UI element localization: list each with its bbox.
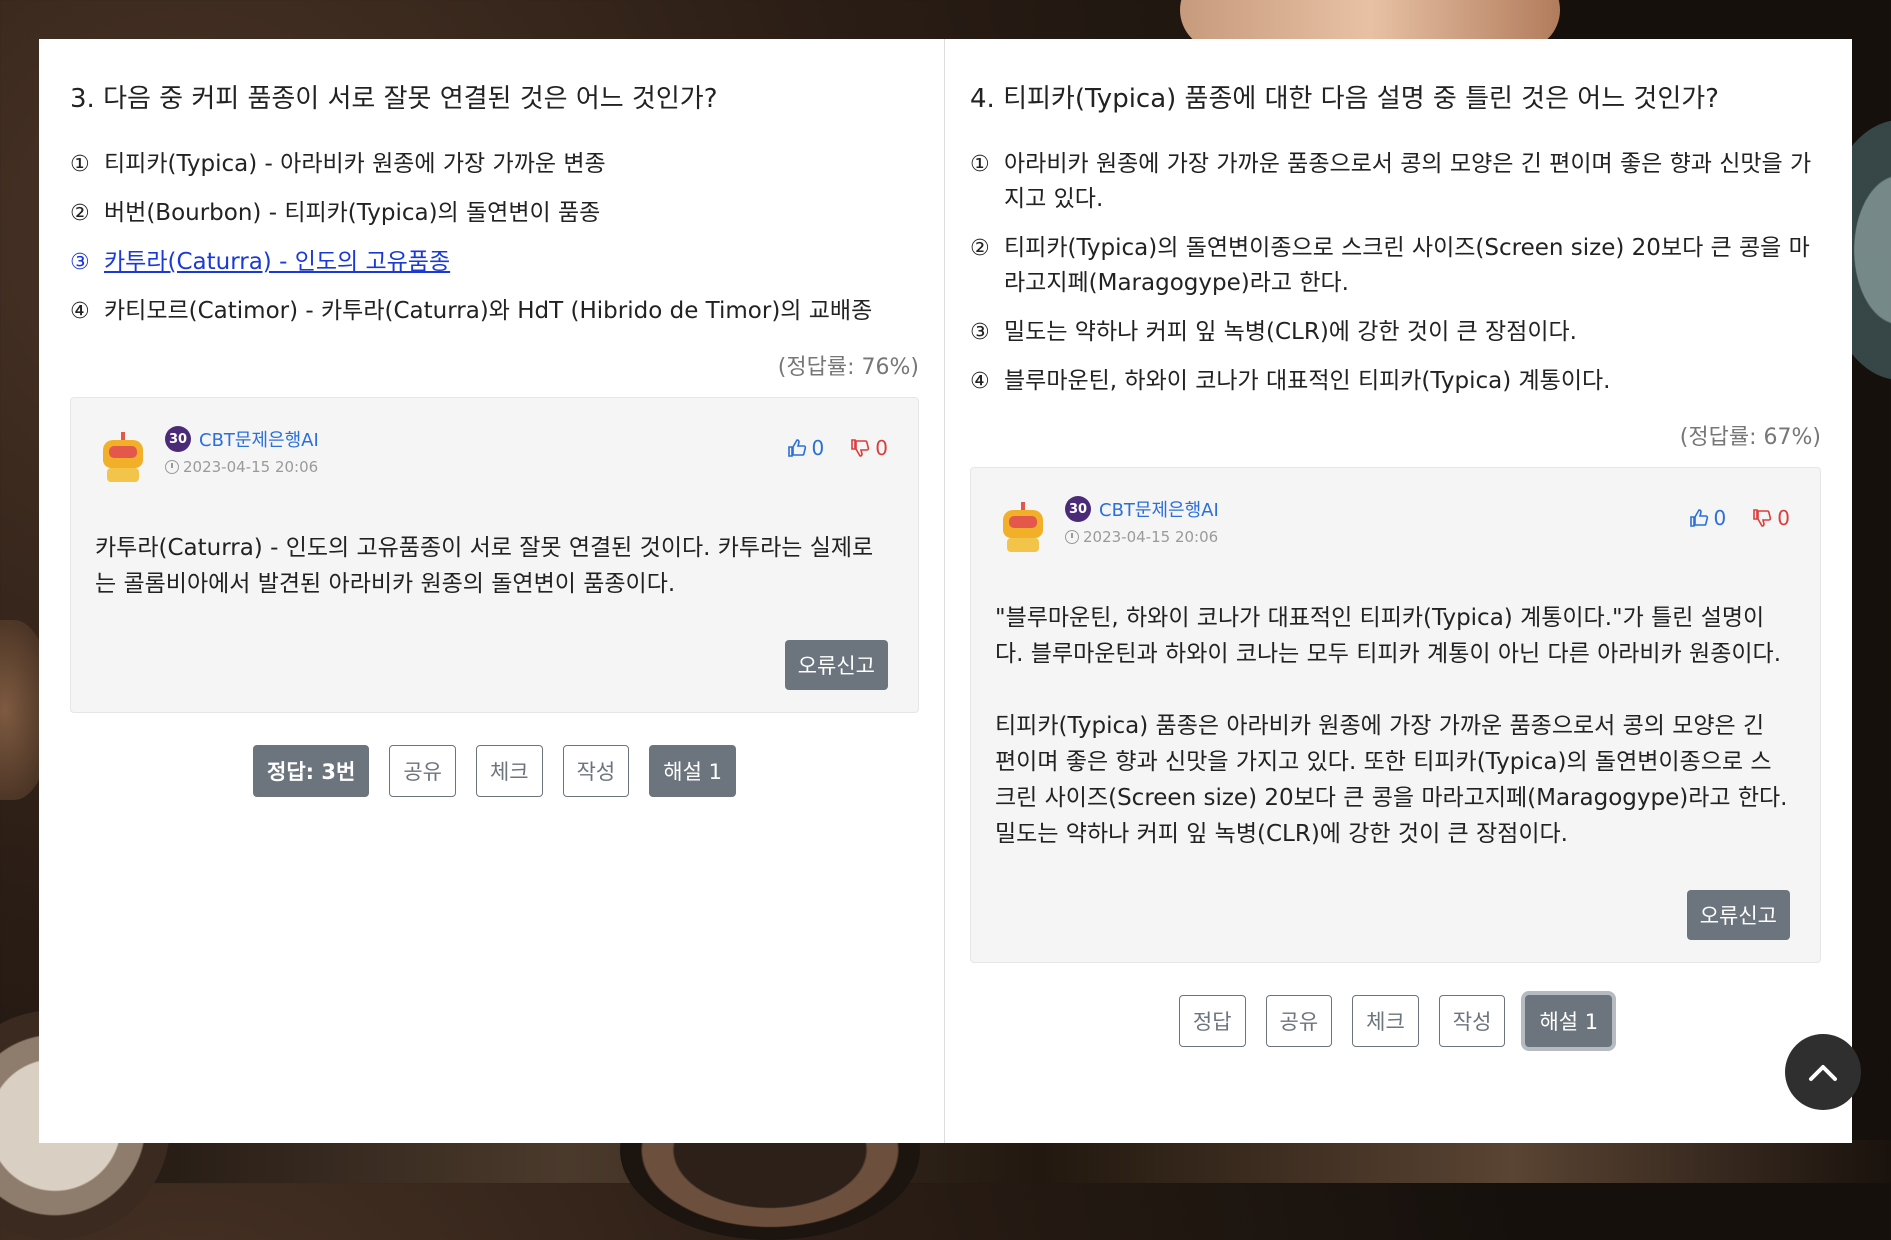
share-button[interactable]: 공유 [389, 745, 456, 798]
option-2[interactable]: ② 티피카(Typica)의 돌연변이종으로 스크린 사이즈(Screen si… [970, 231, 1821, 301]
option-text: 밀도는 약하나 커피 잎 녹병(CLR)에 강한 것이 큰 장점이다. [1004, 319, 1577, 346]
comment-box: 30 CBT문제은행AI 2023-04-15 20:06 0 [70, 397, 919, 714]
report-error-button[interactable]: 오류신고 [1686, 890, 1790, 941]
option-text: 아라비카 원종에 가장 가까운 품종으로서 콩의 모양은 긴 편이며 좋은 향과… [1004, 151, 1812, 213]
chevron-up-icon [1809, 1065, 1837, 1081]
thumbs-up-icon [1689, 509, 1708, 528]
option-number: ④ [970, 369, 990, 395]
robot-avatar-icon [995, 500, 1051, 556]
dislike-button[interactable]: 0 [1752, 506, 1790, 530]
background-table-edge [0, 1140, 1891, 1183]
question-title: 4. 티피카(Typica) 품종에 대한 다음 설명 중 틀린 것은 어느 것… [970, 84, 1719, 114]
vote-group: 0 0 [787, 436, 888, 460]
comment-body: 카투라(Caturra) - 인도의 고유품종이 서로 잘못 연결된 것이다. … [95, 535, 874, 598]
option-1[interactable]: ① 아라비카 원종에 가장 가까운 품종으로서 콩의 모양은 긴 편이며 좋은 … [970, 147, 1821, 217]
option-number: ④ [70, 299, 90, 325]
share-button[interactable]: 공유 [1265, 995, 1333, 1048]
option-text: 티피카(Typica)의 돌연변이종으로 스크린 사이즈(Screen size… [1004, 235, 1810, 297]
option-text: 블루마운틴, 하와이 코나가 대표적인 티피카(Typica) 계통이다. [1004, 368, 1611, 395]
vote-group: 0 0 [1689, 506, 1790, 530]
dislike-count: 0 [1777, 506, 1790, 531]
question-4-column: 4. 티피카(Typica) 품종에 대한 다음 설명 중 틀린 것은 어느 것… [945, 39, 1851, 1143]
answer-button[interactable]: 정답 [1178, 995, 1246, 1048]
comment-header: 30 CBT문제은행AI 2023-04-15 20:06 0 0 [95, 426, 888, 486]
check-button[interactable]: 체크 [475, 745, 543, 798]
option-text: 티피카(Typica) - 아라비카 원종에 가장 가까운 변종 [104, 151, 606, 178]
explanation-button[interactable]: 해설 1 [1525, 995, 1613, 1048]
comment-header: 30 CBT문제은행AI 2023-04-15 20:06 0 0 [995, 496, 1790, 556]
user-meta: 30 CBT문제은행AI 2023-04-15 20:06 [165, 426, 787, 476]
answer-button[interactable]: 정답: 3번 [253, 745, 370, 798]
option-list: ① 아라비카 원종에 가장 가까운 품종으로서 콩의 모양은 긴 편이며 좋은 … [970, 147, 1821, 399]
like-count: 0 [811, 436, 825, 461]
thumbs-up-icon [787, 439, 806, 458]
level-badge: 30 [1065, 496, 1091, 523]
check-button[interactable]: 체크 [1352, 995, 1419, 1048]
write-button[interactable]: 작성 [1438, 995, 1506, 1048]
thumbs-down-icon [851, 439, 870, 458]
question-title: 3. 다음 중 커피 품종이 서로 잘못 연결된 것은 어느 것인가? [70, 84, 718, 114]
option-text-link[interactable]: 카투라(Caturra) - 인도의 고유품종 [104, 245, 450, 280]
robot-avatar-icon [95, 430, 151, 486]
option-number: ③ [970, 320, 990, 346]
option-number: ③ [70, 250, 90, 276]
option-number: ① [70, 152, 90, 178]
correct-rate: (정답률: 76%) [777, 355, 919, 381]
option-4[interactable]: ④ 블루마운틴, 하와이 코나가 대표적인 티피카(Typica) 계통이다. [970, 364, 1821, 399]
correct-rate: (정답률: 67%) [1679, 425, 1821, 451]
like-count: 0 [1713, 506, 1727, 531]
question-3-column: 3. 다음 중 커피 품종이 서로 잘못 연결된 것은 어느 것인가? ① 티피… [39, 39, 945, 1143]
dislike-button[interactable]: 0 [850, 436, 888, 460]
comment-box: 30 CBT문제은행AI 2023-04-15 20:06 0 [970, 467, 1821, 964]
option-2[interactable]: ② 버번(Bourbon) - 티피카(Typica)의 돌연변이 품종 [70, 196, 919, 231]
user-name[interactable]: CBT문제은행AI [199, 426, 319, 452]
comment-date: 2023-04-15 20:06 [1083, 528, 1219, 547]
option-1[interactable]: ① 티피카(Typica) - 아라비카 원종에 가장 가까운 변종 [70, 147, 919, 182]
option-number: ① [970, 152, 990, 178]
quiz-panel: 3. 다음 중 커피 품종이 서로 잘못 연결된 것은 어느 것인가? ① 티피… [39, 39, 1852, 1143]
option-list: ① 티피카(Typica) - 아라비카 원종에 가장 가까운 변종 ② 버번(… [70, 147, 919, 329]
write-button[interactable]: 작성 [562, 745, 630, 798]
comment-body: "블루마운틴, 하와이 코나가 대표적인 티피카(Typica) 계통이다."가… [995, 605, 1788, 848]
option-3[interactable]: ③ 밀도는 약하나 커피 잎 녹병(CLR)에 강한 것이 큰 장점이다. [970, 315, 1821, 350]
comment-date: 2023-04-15 20:06 [183, 458, 319, 477]
like-button[interactable]: 0 [787, 436, 825, 461]
scroll-to-top-button[interactable] [1785, 1034, 1861, 1110]
action-bar: 정답: 3번 공유 체크 작성 해설 1 [70, 745, 919, 798]
report-error-button[interactable]: 오류신고 [784, 640, 888, 691]
user-name[interactable]: CBT문제은행AI [1099, 496, 1219, 522]
clock-icon [1065, 530, 1079, 545]
option-number: ② [970, 236, 990, 262]
thumbs-down-icon [1753, 509, 1772, 528]
like-button[interactable]: 0 [1689, 506, 1727, 531]
clock-icon [165, 460, 179, 475]
option-number: ② [70, 201, 90, 227]
level-badge: 30 [165, 426, 191, 453]
explanation-button[interactable]: 해설 1 [649, 745, 736, 798]
option-4[interactable]: ④ 카티모르(Catimor) - 카투라(Caturra)와 HdT (Hib… [70, 294, 919, 329]
dislike-count: 0 [875, 436, 888, 461]
option-text: 버번(Bourbon) - 티피카(Typica)의 돌연변이 품종 [104, 200, 601, 227]
user-meta: 30 CBT문제은행AI 2023-04-15 20:06 [1065, 496, 1689, 546]
option-3-correct[interactable]: ③ 카투라(Caturra) - 인도의 고유품종 [70, 245, 919, 280]
option-text: 카티모르(Catimor) - 카투라(Caturra)와 HdT (Hibri… [104, 298, 873, 325]
action-bar: 정답 공유 체크 작성 해설 1 [970, 995, 1821, 1048]
